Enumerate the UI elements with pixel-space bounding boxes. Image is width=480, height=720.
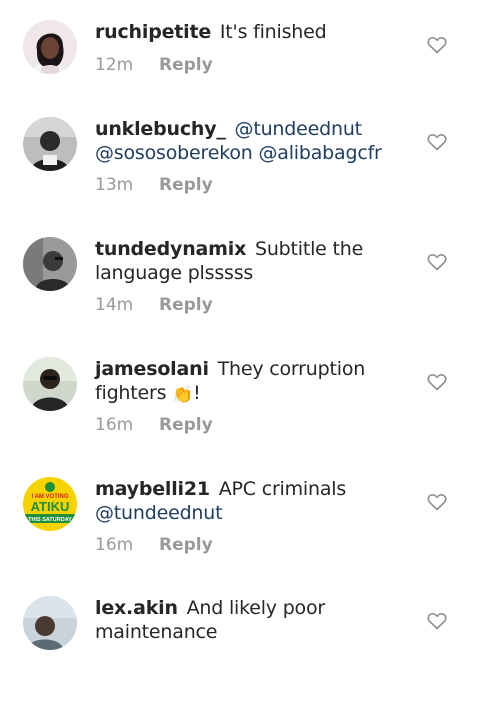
comment-meta: 16m Reply [95, 535, 213, 555]
heart-outline-icon[interactable] [427, 373, 447, 391]
comment-item: ruchipetite It's finished 12m Reply [0, 0, 480, 120]
avatar[interactable] [23, 20, 77, 74]
timestamp: 16m [95, 415, 134, 435]
comment-text: maybelli21 APC criminals @tundeednut [95, 477, 395, 525]
reply-button[interactable]: Reply [159, 295, 213, 315]
reply-button[interactable]: Reply [159, 175, 213, 195]
avatar[interactable]: I AM VOTING ATIKU THIS SATURDAY [23, 477, 77, 531]
comment-body: APC criminals [212, 478, 347, 500]
comment-text: lex.akin And likely poor maintenance [95, 596, 395, 644]
comment-meta: 14m Reply [95, 295, 213, 315]
avatar-image: I AM VOTING ATIKU THIS SATURDAY [23, 477, 77, 531]
mention-link[interactable]: @sososoberekon [95, 142, 253, 164]
comment-item: jamesolani They corruption fighters 👏! 1… [0, 357, 480, 480]
heart-outline-icon[interactable] [427, 493, 447, 511]
reply-button[interactable]: Reply [159, 415, 213, 435]
username-link[interactable]: maybelli21 [95, 478, 210, 500]
comment-body: ! [193, 382, 201, 404]
avatar[interactable] [23, 237, 77, 291]
mention-link[interactable]: @alibabagcfr [253, 142, 381, 164]
heart-outline-icon[interactable] [427, 36, 447, 54]
avatar-image [23, 117, 77, 171]
reply-button[interactable]: Reply [159, 55, 213, 75]
heart-outline-icon[interactable] [427, 133, 447, 151]
comment-meta: 13m Reply [95, 175, 213, 195]
timestamp: 14m [95, 295, 134, 315]
heart-outline-icon[interactable] [427, 253, 447, 271]
avatar[interactable] [23, 117, 77, 171]
username-link[interactable]: tundedynamix [95, 238, 246, 260]
username-link[interactable]: ruchipetite [95, 21, 211, 43]
clapping-hands-emoji: 👏 [172, 385, 194, 405]
comment-body: It's finished [214, 21, 327, 43]
comment-text: unklebuchy_ @tundeednut @sososoberekon @… [95, 117, 395, 165]
badge-text-main: ATIKU [31, 499, 70, 514]
comment-item: I AM VOTING ATIKU THIS SATURDAY maybelli… [0, 477, 480, 600]
timestamp: 16m [95, 535, 134, 555]
mention-link[interactable]: @tundeednut [229, 118, 363, 140]
badge-text-bottom: THIS SATURDAY [28, 517, 72, 523]
username-link[interactable]: unklebuchy_ [95, 118, 226, 140]
comment-item: unklebuchy_ @tundeednut @sososoberekon @… [0, 117, 480, 240]
mention-link[interactable]: @tundeednut [95, 502, 223, 524]
comment-text: jamesolani They corruption fighters 👏! [95, 357, 395, 407]
timestamp: 13m [95, 175, 134, 195]
username-link[interactable]: lex.akin [95, 597, 178, 619]
comment-item: lex.akin And likely poor maintenance [0, 596, 480, 720]
comment-meta: 16m Reply [95, 415, 213, 435]
comment-meta: 12m Reply [95, 55, 213, 75]
comment-item: tundedynamix Subtitle the language plsss… [0, 237, 480, 360]
timestamp: 12m [95, 55, 134, 75]
heart-outline-icon[interactable] [427, 612, 447, 630]
username-link[interactable]: jamesolani [95, 358, 209, 380]
comment-text: ruchipetite It's finished [95, 20, 395, 44]
avatar-image [23, 20, 77, 74]
reply-button[interactable]: Reply [159, 535, 213, 555]
avatar-image [23, 237, 77, 291]
avatar[interactable] [23, 357, 77, 411]
avatar-image [23, 357, 77, 411]
comment-text: tundedynamix Subtitle the language plsss… [95, 237, 395, 285]
